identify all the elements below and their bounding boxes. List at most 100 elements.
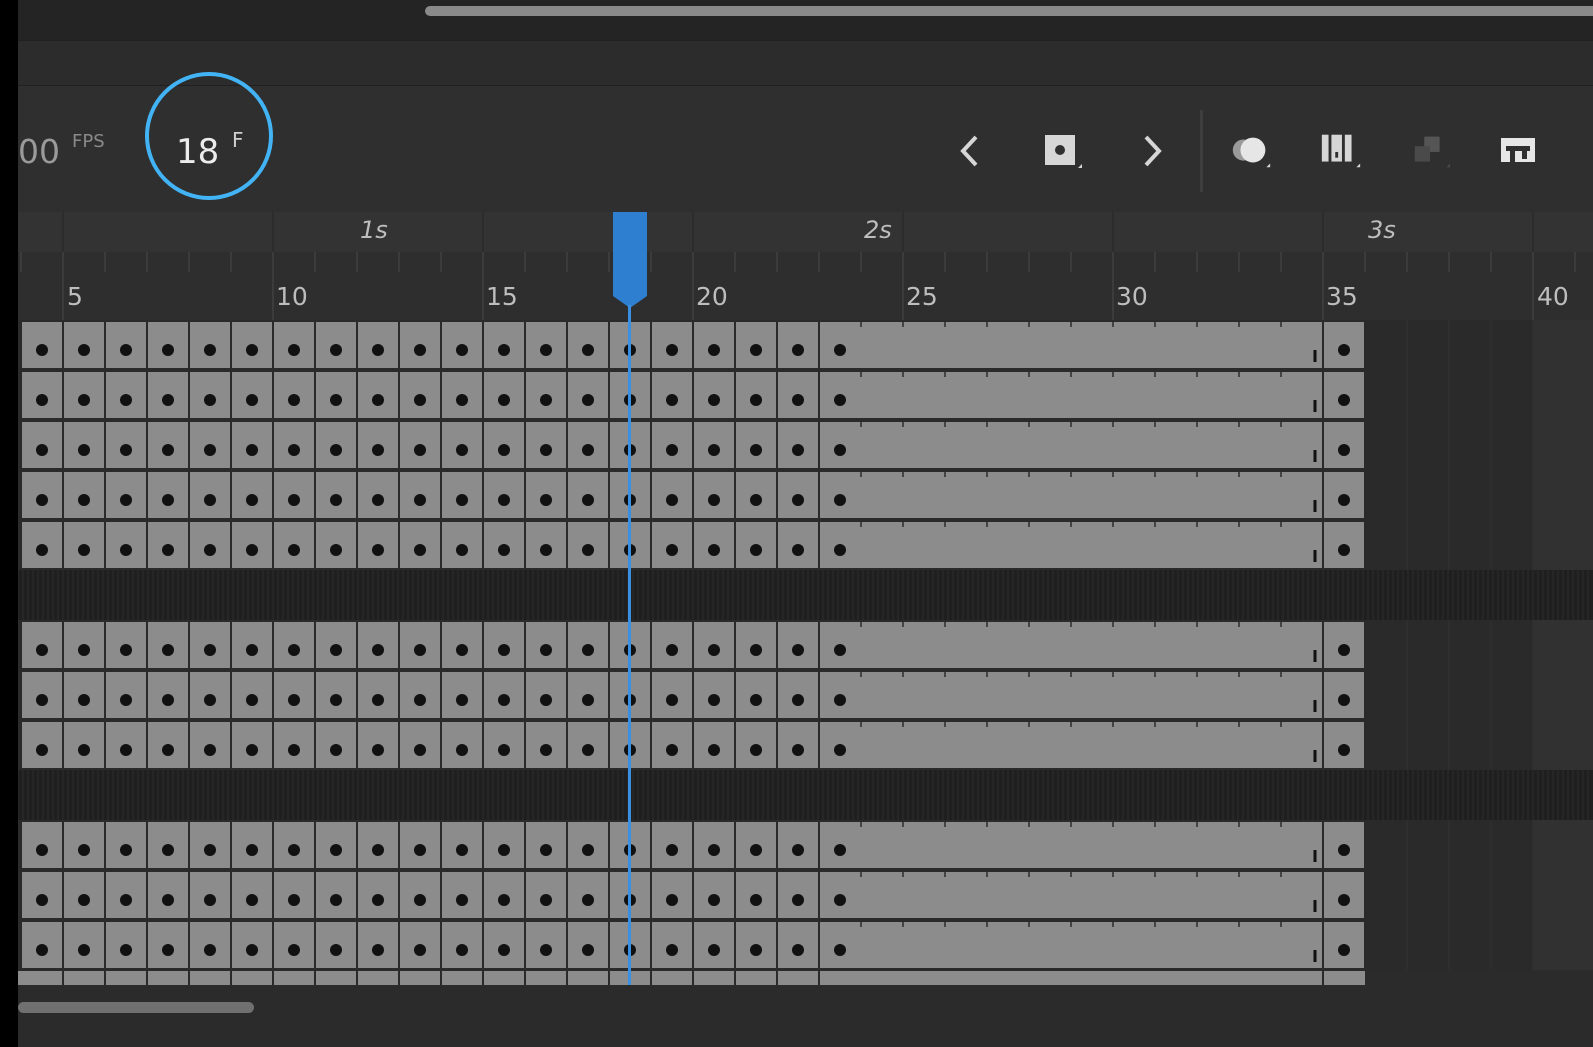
keyframe-dot xyxy=(750,944,762,956)
keyframe-dot xyxy=(246,944,258,956)
keyframe-dot xyxy=(1338,894,1350,906)
keyframe-dot xyxy=(78,544,90,556)
keyframe-dot xyxy=(288,344,300,356)
onion-skin-button[interactable] xyxy=(1228,128,1274,174)
keyframe-dot xyxy=(36,344,48,356)
keyframe-dot xyxy=(204,694,216,706)
keyframe-dot xyxy=(582,744,594,756)
keyframe-dot xyxy=(708,444,720,456)
keyframe-dot xyxy=(204,894,216,906)
keyframe-dot xyxy=(498,344,510,356)
keyframe-dot xyxy=(540,894,552,906)
keyframe-dot xyxy=(36,894,48,906)
tween-span xyxy=(818,670,1324,720)
keyframe-dot xyxy=(792,744,804,756)
keyframe-dot xyxy=(540,744,552,756)
keyframe-dot xyxy=(120,894,132,906)
keyframe-dot xyxy=(540,494,552,506)
keyframe-dot xyxy=(792,694,804,706)
keyframe-dot xyxy=(666,944,678,956)
keyframe-dot xyxy=(204,744,216,756)
tween-span xyxy=(818,820,1324,870)
keyframe-dot xyxy=(708,544,720,556)
playhead-handle[interactable] xyxy=(613,212,647,308)
keyframe-dot xyxy=(582,894,594,906)
keyframe-dot xyxy=(666,444,678,456)
keyframe-dot xyxy=(456,894,468,906)
previous-keyframe-button[interactable] xyxy=(948,128,994,174)
edit-multiple-frames-button[interactable] xyxy=(1318,128,1364,174)
keyframe-dot xyxy=(120,694,132,706)
top-scrollbar-thumb[interactable] xyxy=(425,6,1593,16)
keyframe-dot xyxy=(288,894,300,906)
keyframe-dot xyxy=(120,494,132,506)
folder-row xyxy=(18,770,1593,820)
keyframe-dot xyxy=(414,944,426,956)
keyframe-dot xyxy=(414,544,426,556)
top-scrollbar-track[interactable] xyxy=(18,0,1593,40)
keyframe-dot xyxy=(666,644,678,656)
keyframe-dot xyxy=(372,644,384,656)
keyframe-dot xyxy=(540,394,552,406)
fps-value[interactable]: 00 xyxy=(18,132,60,171)
keyframe-dot xyxy=(288,844,300,856)
keyframe-dot xyxy=(414,744,426,756)
keyframe-dot xyxy=(708,394,720,406)
keyframe-dot xyxy=(834,844,846,856)
keyframe-dot xyxy=(372,744,384,756)
current-frame-value[interactable]: 18 xyxy=(176,132,219,172)
keyframe-dot xyxy=(414,444,426,456)
keyframe-dot xyxy=(1338,844,1350,856)
keyframe-dot xyxy=(708,894,720,906)
horizontal-scrollbar-thumb[interactable] xyxy=(18,1002,254,1013)
loop-button[interactable] xyxy=(1496,128,1542,174)
keyframe-dot xyxy=(372,394,384,406)
keyframe-dot xyxy=(414,394,426,406)
keyframe-dot xyxy=(246,894,258,906)
keyframe-dot xyxy=(750,644,762,656)
folder-row xyxy=(18,570,1593,620)
keyframe-dot xyxy=(792,394,804,406)
keyframe-dot xyxy=(372,894,384,906)
keyframe-dot xyxy=(750,344,762,356)
keyframe-dot xyxy=(708,744,720,756)
keyframe-dot xyxy=(330,744,342,756)
keyframe-dot xyxy=(1338,744,1350,756)
keyframe-dot xyxy=(1338,944,1350,956)
keyframe-dot xyxy=(78,844,90,856)
keyframe-dot xyxy=(834,544,846,556)
keyframe-dot xyxy=(414,694,426,706)
keyframe-dot xyxy=(246,444,258,456)
keyframe-dot xyxy=(792,894,804,906)
paste-frames-button[interactable] xyxy=(1408,128,1454,174)
keyframe-dot xyxy=(456,444,468,456)
keyframe-dot xyxy=(120,944,132,956)
keyframe-dot xyxy=(372,694,384,706)
frames-grid[interactable] xyxy=(18,320,1593,985)
next-keyframe-button[interactable] xyxy=(1128,128,1174,174)
keyframe-dot xyxy=(498,894,510,906)
timeline-panel: 00 FPS 18 F 1s 2s 3s 5 10 15 20 25 30 35… xyxy=(18,0,1593,1047)
keyframe-dot xyxy=(78,444,90,456)
keyframe-dot xyxy=(162,644,174,656)
keyframe-dot xyxy=(750,744,762,756)
keyframe-dot xyxy=(246,744,258,756)
keyframe-dot xyxy=(750,494,762,506)
layer-frames[interactable] xyxy=(18,320,1593,985)
keyframe-dot xyxy=(1338,494,1350,506)
keyframe-dot xyxy=(582,344,594,356)
keyframe-dot xyxy=(162,344,174,356)
insert-keyframe-button[interactable] xyxy=(1038,128,1084,174)
keyframe-dot xyxy=(330,494,342,506)
horizontal-scrollbar-track[interactable] xyxy=(18,990,1593,1030)
onion-skin-icon xyxy=(1232,137,1271,168)
keyframe-dot xyxy=(792,444,804,456)
keyframe-dot xyxy=(330,444,342,456)
keyframe-dot xyxy=(540,944,552,956)
keyframe-dot xyxy=(834,944,846,956)
keyframe-dot xyxy=(582,394,594,406)
keyframe-dot xyxy=(666,544,678,556)
keyframe-dot xyxy=(78,944,90,956)
keyframe-dot xyxy=(36,444,48,456)
keyframe-dot xyxy=(414,344,426,356)
